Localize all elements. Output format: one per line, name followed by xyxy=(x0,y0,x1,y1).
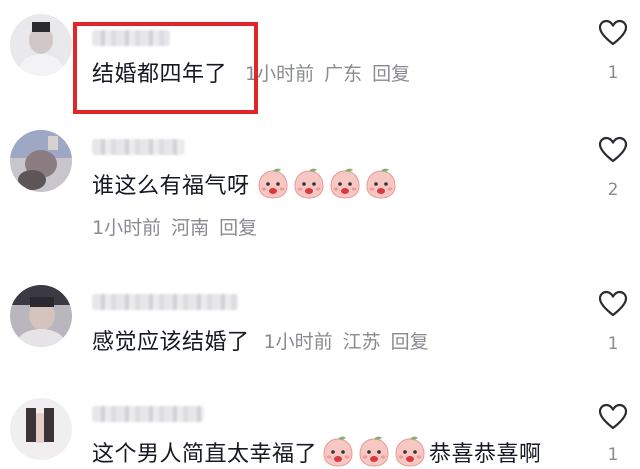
avatar[interactable] xyxy=(10,398,72,460)
comment-time: 1小时前 xyxy=(263,330,333,353)
peach-face-emoji xyxy=(323,436,353,467)
comment-row: 这个男人简直太幸福了 恭喜恭喜啊 xyxy=(92,436,542,468)
peach-face-emoji xyxy=(395,436,425,467)
reply-button[interactable]: 回复 xyxy=(372,59,410,86)
peach-face-emoji xyxy=(359,436,389,467)
emoji-group xyxy=(319,436,427,468)
reply-button[interactable]: 回复 xyxy=(219,213,257,240)
like-button[interactable]: 2 xyxy=(596,136,630,200)
username-blurred[interactable] xyxy=(92,139,184,155)
comment-meta: 1小时前 广东 回复 xyxy=(245,59,410,86)
comment-text: 谁这么有福气呀 xyxy=(92,174,250,199)
avatar-image xyxy=(10,130,72,192)
peach-face-emoji xyxy=(258,168,288,199)
avatar-image xyxy=(10,398,72,460)
like-count: 1 xyxy=(607,334,619,354)
username-blurred[interactable] xyxy=(92,406,204,422)
avatar[interactable] xyxy=(10,130,72,192)
comment-location: 广东 xyxy=(324,62,363,85)
comment-meta: 1小时前 河南 回复 xyxy=(92,213,257,240)
heart-outline-icon xyxy=(598,19,628,46)
comment-location: 河南 xyxy=(171,217,210,239)
comment-text-after: 恭喜恭喜啊 xyxy=(429,442,542,467)
reply-button[interactable]: 回复 xyxy=(391,327,429,354)
avatar[interactable] xyxy=(10,14,72,76)
username-blurred[interactable] xyxy=(92,294,238,310)
comment-row: 谁这么有福气呀 xyxy=(92,168,398,200)
like-count: 1 xyxy=(607,63,619,83)
like-count: 1 xyxy=(607,445,619,465)
peach-face-emoji xyxy=(294,168,324,199)
comment-text: 这个男人简直太幸福了 xyxy=(92,442,318,467)
comment-row: 感觉应该结婚了 1小时前 江苏 回复 xyxy=(92,324,429,356)
like-count: 2 xyxy=(607,180,619,200)
heart-outline-icon xyxy=(598,403,628,430)
like-button[interactable]: 1 xyxy=(596,290,630,354)
emoji-group xyxy=(254,168,398,200)
peach-face-emoji xyxy=(366,168,396,199)
peach-face-emoji xyxy=(330,168,360,199)
comment-time: 1小时前 xyxy=(92,217,162,239)
avatar[interactable] xyxy=(10,285,72,347)
highlight-box xyxy=(73,22,258,114)
comment-meta: 1小时前 江苏 回复 xyxy=(264,327,429,354)
like-button[interactable]: 1 xyxy=(596,403,630,465)
heart-outline-icon xyxy=(598,290,628,317)
heart-outline-icon xyxy=(598,136,628,163)
comment-location: 江苏 xyxy=(342,330,381,353)
avatar-image xyxy=(10,285,72,347)
avatar-image xyxy=(10,14,72,76)
like-button[interactable]: 1 xyxy=(596,19,630,83)
comment-text: 感觉应该结婚了 xyxy=(92,330,250,355)
